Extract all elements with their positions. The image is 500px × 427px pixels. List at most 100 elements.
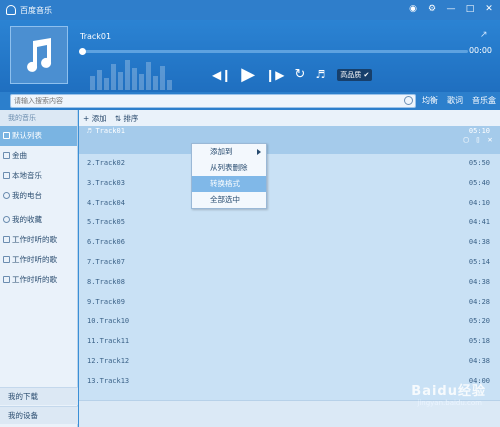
track-name: 7.Track07: [87, 257, 125, 266]
progress-knob[interactable]: [79, 48, 86, 55]
sidebar-item-local[interactable]: 本地音乐: [0, 166, 77, 186]
context-menu: 添加到 从列表删除 转换格式 全部选中: [191, 143, 267, 209]
music-list-icon: [3, 132, 10, 139]
track-duration: 04:41: [468, 218, 490, 227]
mv-icon[interactable]: ▢: [462, 136, 470, 144]
playlist-icon: [3, 276, 10, 283]
sidebar-item-label: 工作时听的歌: [12, 235, 57, 244]
sidebar-item-playlist[interactable]: 工作时听的歌: [0, 250, 77, 270]
monitor-icon: [3, 172, 10, 179]
table-row[interactable]: 5.Track05 04:41: [79, 213, 500, 233]
sidebar-item-label: 工作时听的歌: [12, 275, 57, 284]
track-name: 8.Track08: [87, 277, 125, 286]
track-name: 3.Track03: [87, 178, 125, 187]
radio-icon: [3, 192, 10, 199]
table-row[interactable]: 11.Track11 05:18: [79, 332, 500, 352]
maximize-button[interactable]: □: [465, 4, 475, 14]
track-duration: 04:38: [468, 238, 490, 247]
next-icon[interactable]: ❙▶: [265, 68, 284, 82]
track-name: 13.Track13: [87, 376, 130, 385]
album-cover: [10, 26, 68, 84]
table-row[interactable]: 3.Track03 05:40: [79, 174, 500, 194]
menu-item-add-to[interactable]: 添加到: [192, 144, 266, 160]
delete-icon[interactable]: ✕: [486, 136, 494, 144]
minimize-button[interactable]: —: [446, 4, 456, 14]
sidebar-header: 我的音乐: [0, 110, 77, 126]
watermark-url: jingyan.baidu.com: [417, 399, 482, 407]
equalizer-link[interactable]: 均衡: [422, 95, 438, 106]
music-box-link[interactable]: 音乐盒: [472, 95, 496, 106]
track-duration: 05:50: [468, 159, 490, 167]
table-row[interactable]: 7.Track07 05:14: [79, 253, 500, 273]
sidebar-item-favorites[interactable]: 我的收藏: [0, 210, 77, 230]
share-icon[interactable]: ↗: [480, 30, 490, 40]
sidebar-item-radio[interactable]: 我的电台: [0, 186, 77, 206]
phone-icon[interactable]: ▯: [474, 136, 482, 144]
sidebar-item-label: 工作时听的歌: [12, 255, 57, 264]
table-row[interactable]: 10.Track10 05:20: [79, 312, 500, 332]
quality-badge[interactable]: 高品质 ✔: [337, 68, 373, 81]
track-name: 6.Track06: [87, 238, 125, 247]
row-tools: ▢ ▯ ✕: [462, 136, 494, 144]
table-row[interactable]: 12.Track12 04:38: [79, 352, 500, 372]
sidebar-item-label: 金曲: [12, 151, 27, 160]
quality-label: 高品质: [340, 70, 362, 79]
player-panel: Track01 ↗ 00:00 ◀❙ ▶ ❙▶ ↻ ♬ 高品质 ✔: [0, 20, 500, 92]
sidebar-item-hits[interactable]: 金曲: [0, 146, 77, 166]
previous-icon[interactable]: ◀❙: [212, 68, 231, 82]
table-row[interactable]: 8.Track08 04:38: [79, 273, 500, 293]
menu-item-remove-from-list[interactable]: 从列表删除: [192, 160, 266, 176]
track-duration: 04:10: [468, 198, 490, 207]
playlist-icon: [3, 256, 10, 263]
track-name: ♬ Track01: [87, 122, 125, 142]
sidebar-item-playlist[interactable]: 工作时听的歌: [0, 230, 77, 250]
equalizer-decoration: [90, 60, 172, 90]
sidebar-devices[interactable]: 我的设备: [0, 406, 78, 424]
lyrics-link[interactable]: 歌词: [447, 95, 463, 106]
menu-item-convert-format[interactable]: 转换格式: [192, 176, 266, 192]
table-row[interactable]: 9.Track09 04:28: [79, 293, 500, 313]
sidebar-item-label: 本地音乐: [12, 171, 42, 180]
sidebar-item-playlist[interactable]: 工作时听的歌: [0, 270, 77, 290]
volume-icon[interactable]: ♬: [315, 68, 325, 81]
watermark-logo: Baidu经验: [411, 384, 486, 399]
music-note-icon: [27, 38, 52, 72]
track-rows: ♬ Track01 05:10 ▢ ▯ ✕ 2.Track02 05:50 3.T…: [79, 126, 500, 392]
menu-item-select-all[interactable]: 全部选中: [192, 192, 266, 208]
search-bar: 均衡 歌词 音乐盒: [0, 92, 500, 110]
play-icon[interactable]: ▶: [241, 64, 255, 85]
list-toolbar: + 添加 ⇅ 排序: [79, 110, 500, 126]
sidebar-item-label: 默认列表: [12, 131, 42, 140]
progress-bar[interactable]: [79, 48, 468, 55]
table-row[interactable]: ♬ Track01 05:10 ▢ ▯ ✕: [79, 126, 500, 154]
track-name: 12.Track12: [87, 356, 130, 365]
title-bar: 百度音乐 ◉ ⚙ — □ ✕: [0, 0, 500, 20]
sidebar-item-default-list[interactable]: 默认列表: [0, 126, 77, 146]
table-row[interactable]: 4.Track04 04:10: [79, 194, 500, 214]
skin-icon[interactable]: ◉: [408, 4, 418, 14]
table-row[interactable]: 2.Track02 05:50: [79, 154, 500, 174]
menu-item-label: 添加到: [210, 147, 233, 156]
track-name: 4.Track04: [87, 198, 125, 207]
repeat-icon[interactable]: ↻: [294, 67, 305, 82]
time-readout: 00:00: [468, 46, 492, 55]
search-box: [10, 94, 416, 108]
table-row[interactable]: 6.Track06 04:38: [79, 233, 500, 253]
track-duration: 05:14: [468, 257, 490, 266]
close-button[interactable]: ✕: [484, 4, 494, 14]
app-title: 百度音乐: [20, 5, 52, 15]
track-name: 2.Track02: [87, 159, 125, 167]
track-duration: 04:38: [468, 277, 490, 286]
now-playing-title: Track01: [80, 32, 112, 41]
track-duration: 04:28: [468, 297, 490, 306]
track-duration: 05:20: [468, 317, 490, 326]
heart-icon: [3, 216, 10, 223]
headphones-icon: [6, 5, 16, 15]
track-list-panel: + 添加 ⇅ 排序 ♬ Track01 05:10 ▢ ▯ ✕ 2.Track0…: [79, 110, 500, 400]
search-input[interactable]: [11, 95, 391, 107]
search-icon[interactable]: [404, 96, 413, 105]
top-links: 均衡 歌词 音乐盒: [422, 95, 496, 106]
sidebar-downloads[interactable]: 我的下载: [0, 387, 78, 405]
settings-gear-icon[interactable]: ⚙: [427, 4, 437, 14]
playlist-icon: [3, 236, 10, 243]
